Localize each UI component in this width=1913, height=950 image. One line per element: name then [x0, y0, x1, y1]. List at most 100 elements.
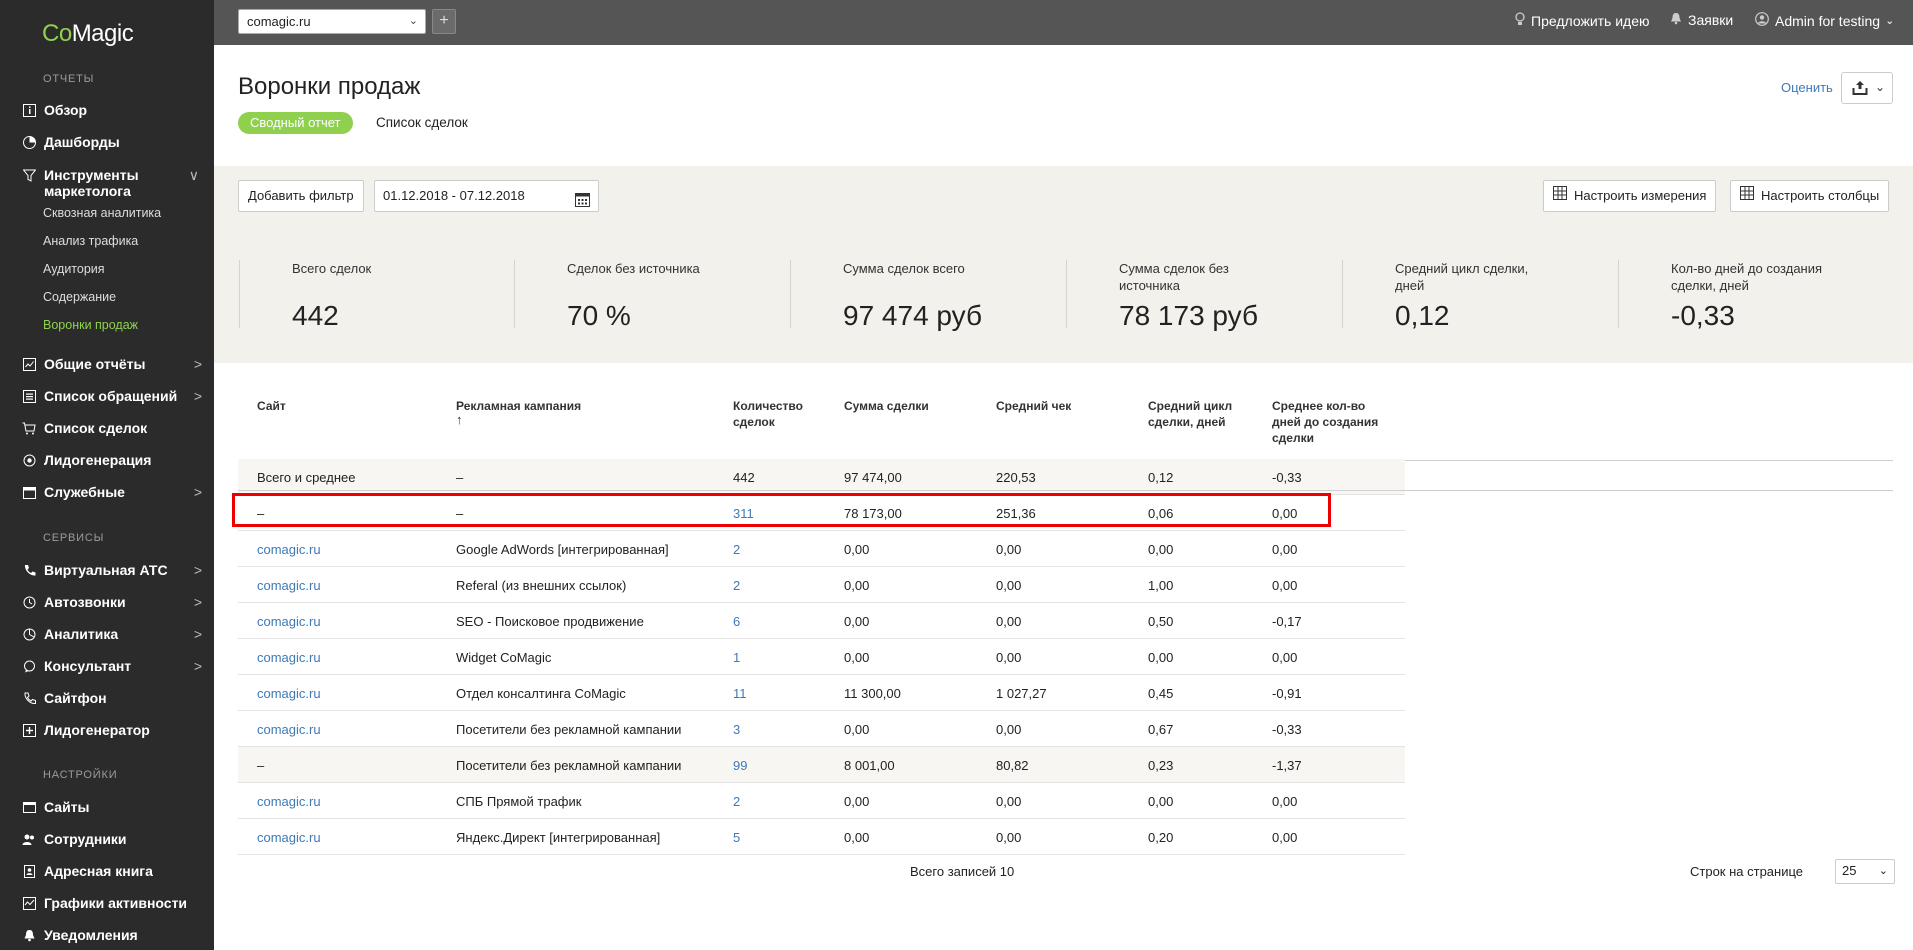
leadgen-icon	[22, 723, 36, 737]
sidebar-item-autocalls[interactable]: Автозвонки >	[22, 594, 202, 610]
sidebar-item-sites[interactable]: Сайты	[22, 799, 202, 815]
column-header-site[interactable]: Сайт	[257, 398, 286, 414]
sidebar-item-requests-list[interactable]: Список обращений >	[22, 388, 202, 404]
export-button[interactable]: ⌄	[1841, 72, 1893, 104]
table-row: comagic.ru Посетители без рекламной камп…	[238, 711, 1405, 747]
column-header-days-before-deal[interactable]: Среднее кол-во дней до создания сделки	[1272, 398, 1387, 446]
sidebar-subitem-traffic[interactable]: Анализ трафика	[43, 234, 138, 248]
sidebar-item-activity-charts[interactable]: Графики активности	[22, 895, 202, 911]
filter-icon	[22, 168, 36, 182]
sidebar-item-leadgenerator[interactable]: Лидогенератор	[22, 722, 202, 738]
section-title-settings: НАСТРОЙКИ	[43, 769, 118, 781]
sidebar-subitem-content[interactable]: Содержание	[43, 290, 116, 304]
cart-icon	[22, 421, 36, 435]
rows-per-page-label: Строк на странице	[1690, 864, 1804, 879]
users-icon	[22, 832, 36, 846]
configure-dimensions-button[interactable]: Настроить измерения	[1543, 180, 1717, 212]
sidebar-item-service[interactable]: Служебные >	[22, 484, 202, 500]
tab-deals-list[interactable]: Список сделок	[376, 115, 468, 130]
chevron-right-icon: >	[193, 626, 202, 642]
column-header-deal-sum[interactable]: Сумма сделки	[844, 398, 929, 414]
rows-per-page-select[interactable]: 25 ⌄	[1835, 859, 1895, 884]
bell-icon	[22, 928, 36, 942]
grid-icon	[1553, 181, 1567, 211]
list-icon	[22, 389, 36, 403]
sidebar-subitem-end-to-end[interactable]: Сквозная аналитика	[43, 206, 161, 220]
configure-columns-button[interactable]: Настроить столбцы	[1730, 180, 1890, 212]
chevron-down-icon: ⌄	[1885, 15, 1895, 27]
target-icon	[22, 453, 36, 467]
table-row: comagic.ru Google AdWords [интегрированн…	[238, 531, 1405, 567]
page-title: Воронки продаж	[238, 73, 421, 100]
topbar: comagic.ru ⌄ + Предложить идею Заявки Ad…	[214, 0, 1913, 45]
sidebar: CoMagic ОТЧЕТЫ Обзор Дашборды Инструмент…	[0, 0, 214, 950]
add-filter-button[interactable]: Добавить фильтр	[238, 180, 364, 212]
column-header-avg-check[interactable]: Средний чек	[996, 398, 1071, 414]
chat-icon	[22, 659, 36, 673]
comagic-logo[interactable]: CoMagic	[42, 20, 134, 48]
sidebar-item-deals-list[interactable]: Список сделок	[22, 420, 202, 436]
sidebar-item-employees[interactable]: Сотрудники	[22, 831, 202, 847]
user-avatar-icon	[1755, 12, 1769, 29]
kpi-sum-without-source: Сумма сделок без источника 78 173 руб	[1066, 260, 1341, 331]
sidebar-subitem-sales-funnels[interactable]: Воронки продаж	[43, 318, 138, 332]
table-row: comagic.ru Widget CoMagic 1 0,00 0,00 0,…	[238, 639, 1405, 675]
info-icon	[22, 103, 36, 117]
export-icon	[1852, 80, 1868, 98]
chevron-down-icon: ⌄	[1878, 865, 1888, 877]
kpi-days-before-deal: Кол-во дней до создания сделки, дней -0,…	[1618, 260, 1893, 331]
table-row: comagic.ru Referal (из внешних ссылок) 2…	[238, 567, 1405, 603]
sort-up-icon: ↑	[456, 412, 463, 427]
pie-icon	[22, 135, 36, 149]
analytics-icon	[22, 627, 36, 641]
sidebar-item-general-reports[interactable]: Общие отчёты >	[22, 356, 202, 372]
section-title-services: СЕРВИСЫ	[43, 532, 105, 544]
add-site-button[interactable]: +	[432, 9, 456, 34]
highlight-box	[232, 493, 1331, 527]
chevron-right-icon: >	[193, 356, 202, 372]
autocall-icon	[22, 595, 36, 609]
column-header-deals-count[interactable]: Количество сделок	[733, 398, 818, 430]
sidebar-item-analytics[interactable]: Аналитика >	[22, 626, 202, 642]
chevron-right-icon: >	[193, 658, 202, 674]
suggest-idea-link[interactable]: Предложить идею	[1515, 12, 1650, 29]
sidebar-item-sitephone[interactable]: Сайтфон	[22, 690, 202, 706]
lightbulb-icon	[1515, 12, 1525, 29]
rate-link[interactable]: Оценить	[1781, 80, 1833, 95]
date-range-input[interactable]: 01.12.2018 - 07.12.2018	[374, 180, 599, 212]
chevron-right-icon: >	[193, 484, 202, 500]
sidebar-subitem-audience[interactable]: Аудитория	[43, 262, 105, 276]
kpi-deals-without-source: Сделок без источника 70 %	[514, 260, 789, 331]
chevron-down-icon: ∨	[188, 167, 199, 183]
bell-icon	[1670, 12, 1682, 28]
column-header-avg-cycle[interactable]: Средний цикл сделки, дней	[1148, 398, 1238, 430]
total-row-divider	[238, 490, 1893, 491]
chevron-right-icon: >	[193, 562, 202, 578]
chevron-down-icon: ⌄	[1875, 80, 1886, 94]
table-row: comagic.ru SEO - Поисковое продвижение 6…	[238, 603, 1405, 639]
table-row: comagic.ru СПБ Прямой трафик 2 0,00 0,00…	[238, 783, 1405, 819]
table-row: – Посетители без рекламной кампании 99 8…	[238, 747, 1405, 783]
phone-icon	[22, 563, 36, 577]
table-row: comagic.ru Яндекс.Директ [интегрированна…	[238, 819, 1405, 855]
requests-link[interactable]: Заявки	[1670, 12, 1733, 28]
kpi-total-deals-sum: Сумма сделок всего 97 474 руб	[790, 260, 1065, 331]
user-menu[interactable]: Admin for testing ⌄	[1755, 12, 1894, 29]
book-icon	[22, 864, 36, 878]
chevron-down-icon: ⌄	[408, 15, 418, 27]
chevron-right-icon: >	[193, 388, 202, 404]
column-header-campaign[interactable]: Рекламная кампания ↑	[456, 398, 581, 426]
sidebar-item-overview[interactable]: Обзор	[22, 102, 202, 118]
sidebar-item-virtual-pbx[interactable]: Виртуальная АТС >	[22, 562, 202, 578]
site-select[interactable]: comagic.ru ⌄	[238, 9, 426, 34]
chevron-right-icon: >	[193, 594, 202, 610]
section-title-reports: ОТЧЕТЫ	[43, 73, 95, 85]
calendar-icon[interactable]	[575, 188, 590, 218]
sidebar-item-lead-generation[interactable]: Лидогенерация	[22, 452, 202, 468]
tab-summary-report[interactable]: Сводный отчет	[238, 112, 353, 134]
sidebar-item-marketing-tools[interactable]: Инструменты маркетолога ∨	[22, 167, 202, 199]
sidebar-item-dashboards[interactable]: Дашборды	[22, 134, 202, 150]
sidebar-item-notifications[interactable]: Уведомления	[22, 927, 202, 943]
sidebar-item-consultant[interactable]: Консультант >	[22, 658, 202, 674]
sidebar-item-address-book[interactable]: Адресная книга	[22, 863, 202, 879]
